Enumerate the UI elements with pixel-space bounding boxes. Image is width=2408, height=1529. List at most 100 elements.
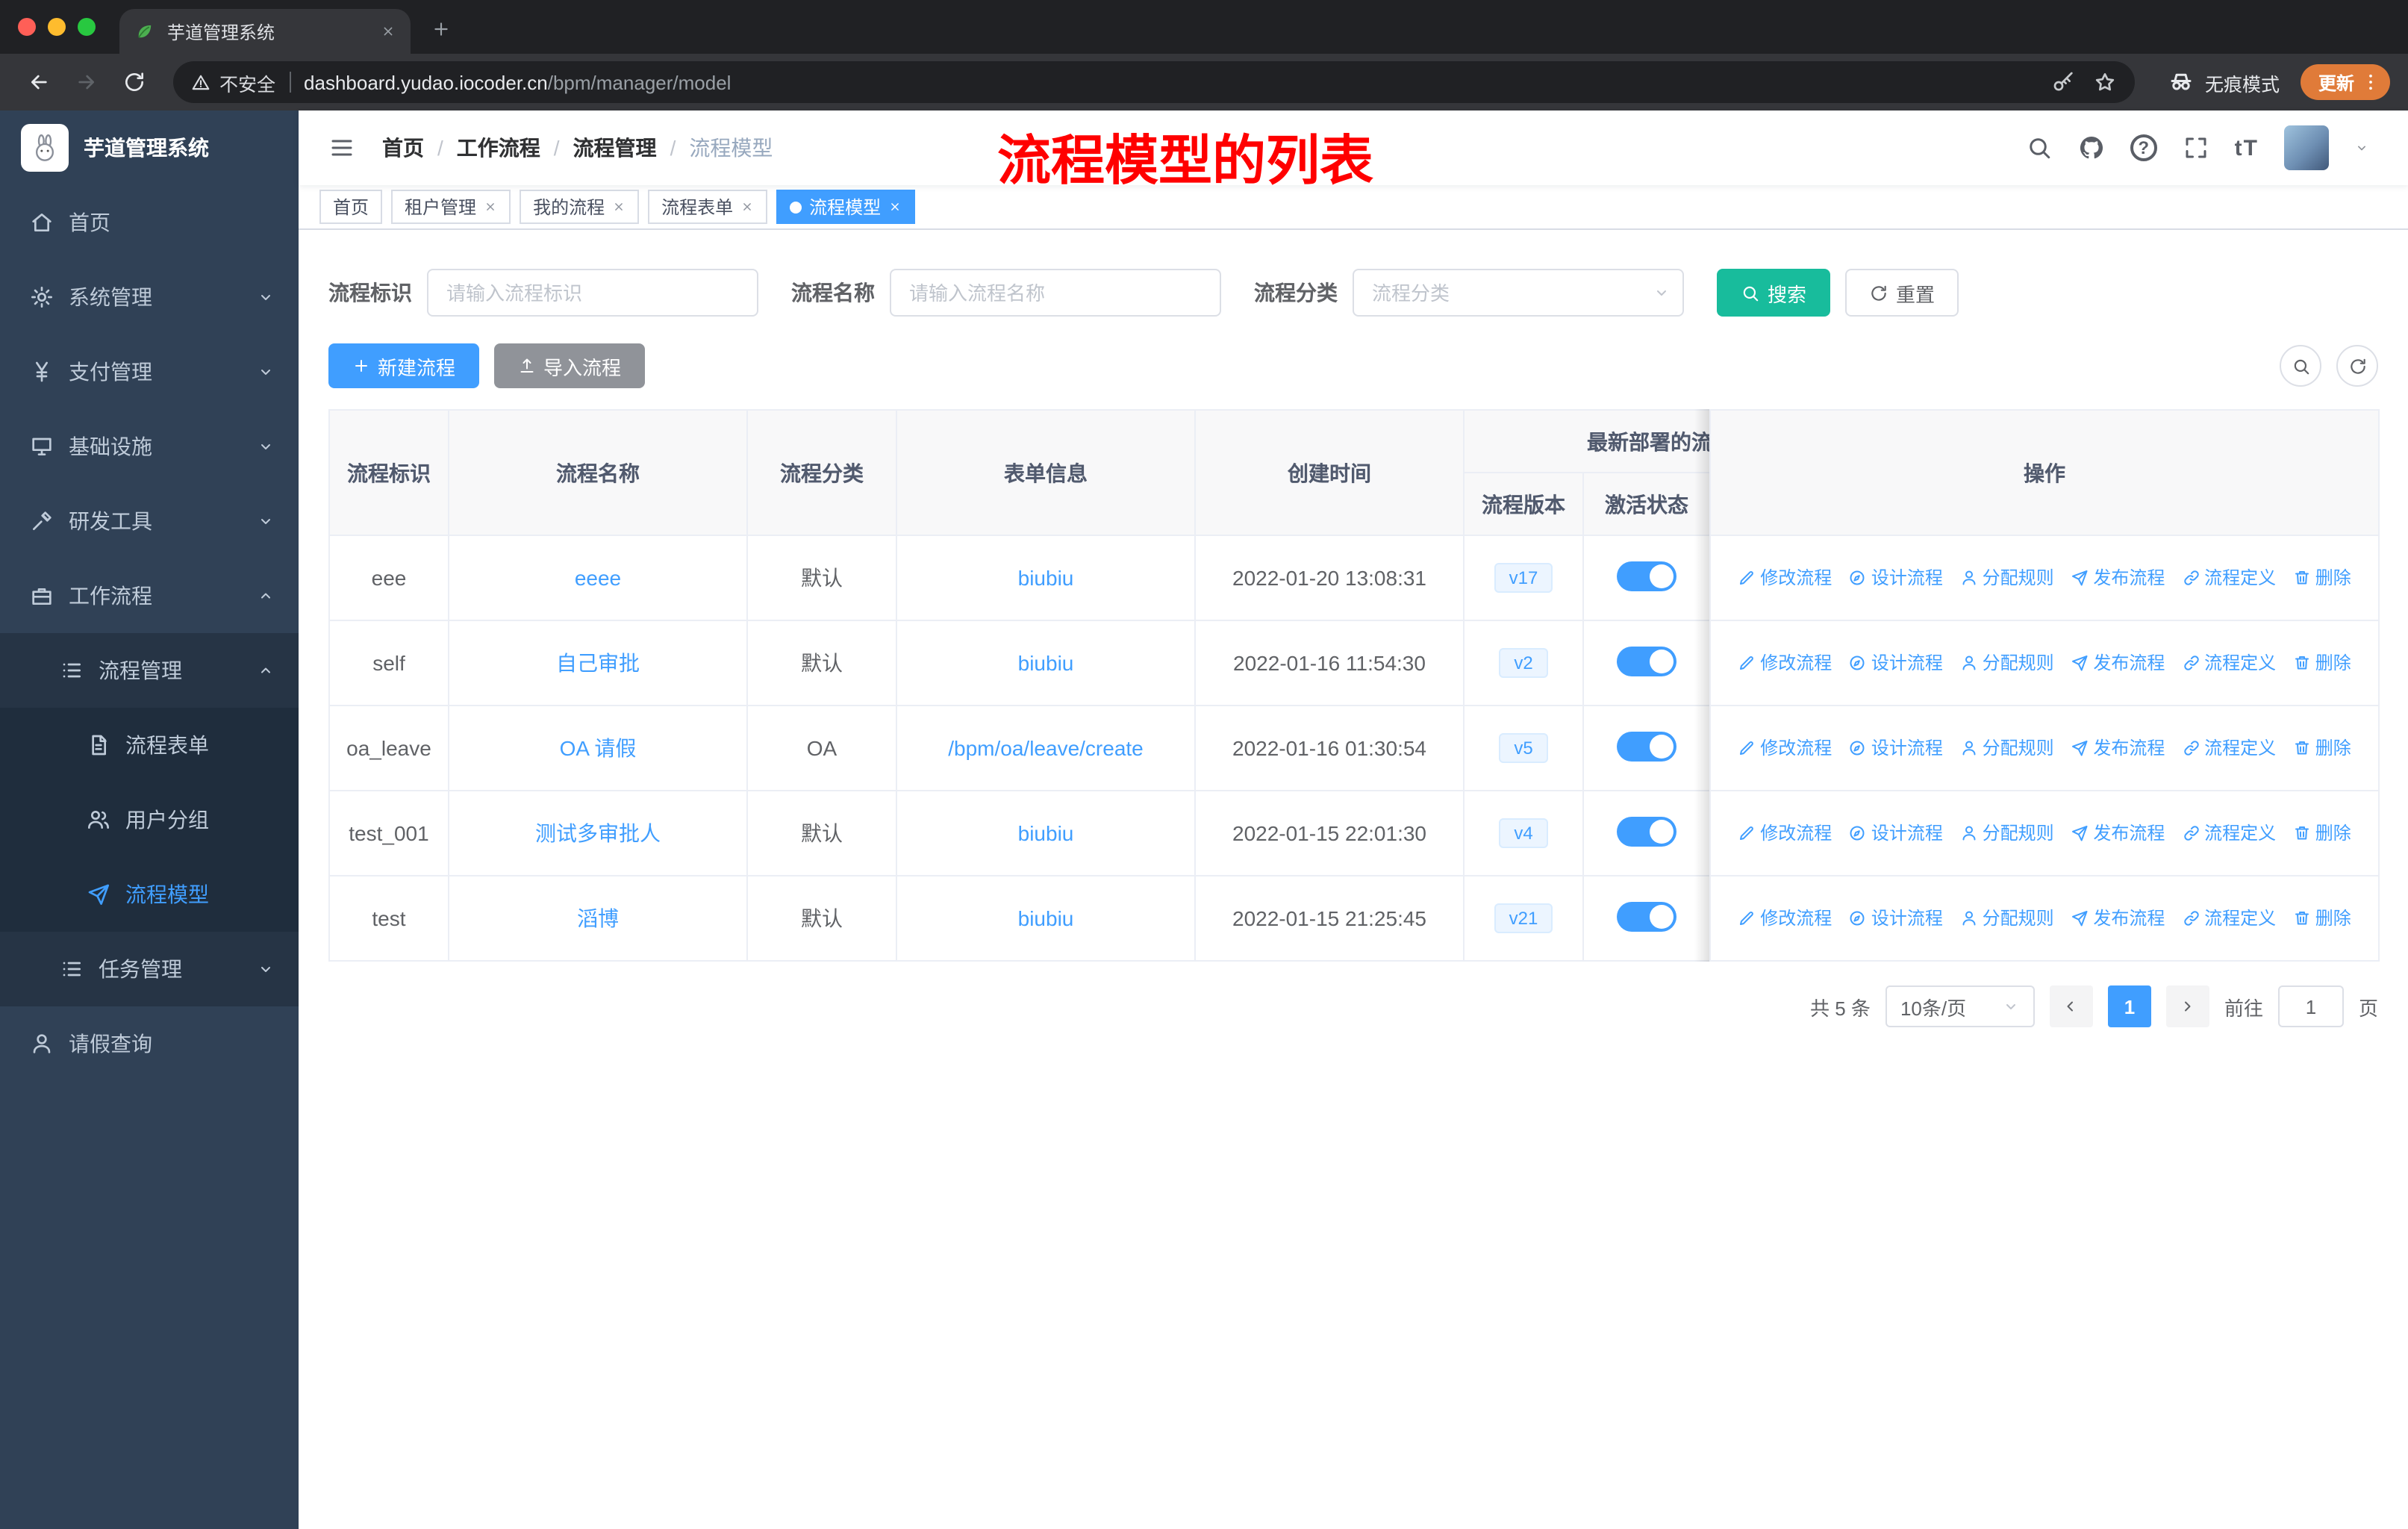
next-page-button[interactable] (2165, 985, 2209, 1027)
active-toggle[interactable] (1617, 816, 1676, 846)
breadcrumb-process-management[interactable]: 流程管理 (573, 133, 657, 163)
active-toggle[interactable] (1617, 731, 1676, 761)
browser-tab[interactable]: 芋道管理系统 (119, 9, 411, 54)
help-icon[interactable]: ? (2130, 134, 2157, 161)
active-toggle[interactable] (1617, 561, 1676, 591)
browser-menu-dots-icon[interactable] (2360, 72, 2381, 93)
version-tag[interactable]: v2 (1499, 648, 1548, 678)
process-name-link[interactable]: 滔博 (577, 906, 619, 930)
action-assign-rule[interactable]: 分配规则 (1960, 650, 2054, 676)
close-icon[interactable] (612, 196, 626, 217)
sidebar-item-home[interactable]: 首页 (0, 185, 299, 260)
sidebar-item-user-group[interactable]: 用户分组 (0, 782, 299, 857)
action-edit[interactable]: 修改流程 (1738, 565, 1832, 591)
action-delete[interactable]: 删除 (2293, 565, 2351, 591)
browser-update-button[interactable]: 更新 (2300, 64, 2390, 100)
action-design[interactable]: 设计流程 (1849, 565, 1943, 591)
sidebar-item-system-management[interactable]: 系统管理 (0, 260, 299, 334)
process-name-link[interactable]: 自己审批 (556, 651, 640, 675)
action-definition[interactable]: 流程定义 (2182, 650, 2276, 676)
action-design[interactable]: 设计流程 (1849, 820, 1943, 846)
action-design[interactable]: 设计流程 (1849, 906, 1943, 931)
bookmark-star-icon[interactable] (2093, 70, 2117, 94)
user-avatar[interactable] (2284, 125, 2329, 170)
version-tag[interactable]: v21 (1494, 903, 1553, 933)
sidebar-item-process-form[interactable]: 流程表单 (0, 708, 299, 782)
minimize-window-button[interactable] (48, 18, 66, 36)
breadcrumb-workflow[interactable]: 工作流程 (457, 133, 540, 163)
process-name-link[interactable]: eeee (575, 566, 621, 590)
close-icon[interactable] (740, 196, 754, 217)
version-tag[interactable]: v5 (1499, 733, 1548, 763)
action-definition[interactable]: 流程定义 (2182, 565, 2276, 591)
new-tab-button[interactable] (422, 10, 458, 46)
category-select[interactable] (1353, 269, 1684, 317)
show-search-button[interactable] (2280, 345, 2321, 387)
action-delete[interactable]: 删除 (2293, 650, 2351, 676)
action-delete[interactable]: 删除 (2293, 820, 2351, 846)
action-design[interactable]: 设计流程 (1849, 735, 1943, 761)
action-edit[interactable]: 修改流程 (1738, 735, 1832, 761)
sidebar-item-infrastructure[interactable]: 基础设施 (0, 409, 299, 484)
action-definition[interactable]: 流程定义 (2182, 735, 2276, 761)
hamburger-icon[interactable] (322, 128, 361, 167)
action-edit[interactable]: 修改流程 (1738, 650, 1832, 676)
tag-my-process[interactable]: 我的流程 (520, 190, 640, 224)
active-toggle[interactable] (1617, 646, 1676, 676)
prev-page-button[interactable] (2049, 985, 2093, 1027)
tag-tenant-management[interactable]: 租户管理 (391, 190, 511, 224)
tag-home[interactable]: 首页 (319, 190, 383, 224)
sidebar-item-process-management[interactable]: 流程管理 (0, 633, 299, 708)
reload-button[interactable] (113, 61, 155, 103)
action-design[interactable]: 设计流程 (1849, 650, 1943, 676)
create-process-button[interactable]: 新建流程 (328, 343, 480, 388)
active-toggle[interactable] (1617, 901, 1676, 931)
action-publish[interactable]: 发布流程 (2071, 650, 2165, 676)
sidebar-item-task-management[interactable]: 任务管理 (0, 932, 299, 1006)
page-number-1[interactable]: 1 (2107, 985, 2151, 1027)
search-button[interactable]: 搜索 (1717, 269, 1831, 317)
action-assign-rule[interactable]: 分配规则 (1960, 906, 2054, 931)
sidebar-item-workflow[interactable]: 工作流程 (0, 558, 299, 633)
category-select-input[interactable] (1353, 269, 1684, 317)
action-definition[interactable]: 流程定义 (2182, 906, 2276, 931)
action-publish[interactable]: 发布流程 (2071, 565, 2165, 591)
password-key-icon[interactable] (2051, 70, 2075, 94)
form-info-link[interactable]: biubiu (1018, 651, 1074, 675)
security-label[interactable]: 不安全 (219, 68, 275, 96)
page-size-select[interactable]: 10条/页 (1885, 985, 2035, 1027)
font-size-icon[interactable]: tT (2235, 135, 2259, 161)
version-tag[interactable]: v17 (1494, 563, 1553, 593)
reset-button[interactable]: 重置 (1845, 269, 1959, 317)
process-key-input[interactable] (427, 269, 758, 317)
tag-process-form[interactable]: 流程表单 (648, 190, 768, 224)
close-icon[interactable] (888, 196, 902, 217)
action-edit[interactable]: 修改流程 (1738, 820, 1832, 846)
process-name-link[interactable]: OA 请假 (560, 736, 637, 760)
process-name-input[interactable] (890, 269, 1221, 317)
goto-page-input[interactable] (2277, 985, 2344, 1027)
action-publish[interactable]: 发布流程 (2071, 735, 2165, 761)
action-delete[interactable]: 删除 (2293, 735, 2351, 761)
process-name-link[interactable]: 测试多审批人 (535, 821, 661, 845)
sidebar-item-payment-management[interactable]: 支付管理 (0, 334, 299, 409)
close-window-button[interactable] (18, 18, 36, 36)
sidebar-item-process-model[interactable]: 流程模型 (0, 857, 299, 932)
action-assign-rule[interactable]: 分配规则 (1960, 735, 2054, 761)
action-assign-rule[interactable]: 分配规则 (1960, 565, 2054, 591)
forward-button[interactable] (66, 61, 107, 103)
form-info-link[interactable]: biubiu (1018, 906, 1074, 930)
close-icon[interactable] (484, 196, 497, 217)
tag-process-model[interactable]: 流程模型 (776, 190, 916, 224)
breadcrumb-home[interactable]: 首页 (382, 133, 424, 163)
maximize-window-button[interactable] (78, 18, 96, 36)
action-delete[interactable]: 删除 (2293, 906, 2351, 931)
action-definition[interactable]: 流程定义 (2182, 820, 2276, 846)
refresh-table-button[interactable] (2336, 345, 2378, 387)
fullscreen-icon[interactable] (2183, 134, 2209, 161)
action-publish[interactable]: 发布流程 (2071, 820, 2165, 846)
form-info-link[interactable]: biubiu (1018, 821, 1074, 845)
action-publish[interactable]: 发布流程 (2071, 906, 2165, 931)
sidebar-item-dev-tools[interactable]: 研发工具 (0, 484, 299, 558)
form-info-link[interactable]: /bpm/oa/leave/create (948, 736, 1144, 760)
